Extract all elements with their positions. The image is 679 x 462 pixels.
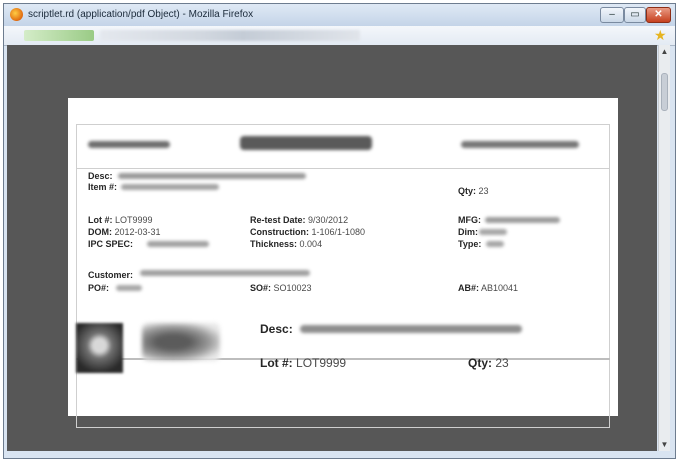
bottom-lot-label: Lot #:: [260, 356, 293, 370]
type-redacted: [486, 241, 504, 247]
so-label: SO#:: [250, 283, 272, 293]
dim-redacted: [479, 229, 507, 235]
chevron-down-icon[interactable]: ▼: [659, 440, 670, 449]
bottom-desc-redacted: [300, 325, 522, 333]
barcode-redacted-3: [461, 141, 579, 148]
ab-label: AB#:: [458, 283, 480, 293]
mfg-field: MFG:: [458, 215, 481, 225]
item-redacted: [121, 184, 219, 190]
desc-redacted: [118, 173, 306, 179]
url-text-redacted[interactable]: [100, 30, 360, 41]
bottom-desc-row: Desc:: [260, 322, 293, 336]
construction-field: Construction: 1-106/1-1080: [250, 227, 365, 237]
thickness-value: 0.004: [299, 239, 323, 249]
vertical-scrollbar[interactable]: ▲ ▼: [658, 45, 670, 451]
address-bar[interactable]: ★: [4, 26, 675, 46]
chevron-up-icon[interactable]: ▲: [659, 47, 670, 56]
type-label: Type:: [458, 239, 482, 249]
thickness-field: Thickness: 0.004: [250, 239, 322, 249]
bottom-desc-label: Desc:: [260, 322, 293, 336]
desc-label: Desc:: [88, 171, 113, 181]
lot-field: Lot #: LOT9999: [88, 215, 153, 225]
po-redacted: [116, 285, 142, 291]
bottom-lot-row: Lot #: LOT9999: [260, 356, 346, 370]
close-button[interactable]: ✕: [646, 7, 671, 23]
product-photo-2: [142, 323, 220, 361]
retest-label: Re-test Date:: [250, 215, 306, 225]
lot-value: LOT9999: [115, 215, 153, 225]
qty-row: Qty: 23: [458, 186, 489, 196]
item-label: Item #:: [88, 182, 118, 192]
minimize-button[interactable]: –: [600, 7, 624, 23]
retest-value: 9/30/2012: [308, 215, 349, 225]
dom-field: DOM: 2012-03-31: [88, 227, 161, 237]
site-identity-badge[interactable]: [24, 30, 94, 41]
window-title: scriptlet.rd (application/pdf Object) - …: [28, 9, 254, 20]
title-bar: scriptlet.rd (application/pdf Object) - …: [4, 4, 675, 26]
bottom-qty-row: Qty: 23: [468, 356, 509, 370]
mfg-redacted: [485, 217, 560, 223]
mfg-label: MFG:: [458, 215, 481, 225]
construction-value: 1-106/1-1080: [311, 227, 366, 237]
product-photo-1: [76, 323, 123, 373]
barcode-redacted-2: [240, 136, 372, 150]
thickness-label: Thickness:: [250, 239, 298, 249]
bottom-lot-value: LOT9999: [296, 356, 347, 370]
star-icon[interactable]: ★: [654, 27, 667, 44]
firefox-icon: [10, 8, 23, 21]
qty-label: Qty:: [458, 186, 476, 196]
dom-value: 2012-03-31: [114, 227, 161, 237]
item-row: Item #:: [88, 182, 117, 192]
bottom-label: [76, 360, 610, 428]
qty-value: 23: [478, 186, 489, 196]
dim-field: Dim:: [458, 227, 478, 237]
ab-field: AB#: AB10041: [458, 283, 518, 293]
ipc-field: IPC SPEC:: [88, 239, 133, 249]
scroll-thumb[interactable]: [661, 73, 668, 111]
so-field: SO#: SO10023: [250, 283, 312, 293]
bottom-qty-value: 23: [495, 356, 509, 370]
lot-label: Lot #:: [88, 215, 113, 225]
customer-field: Customer:: [88, 270, 133, 280]
barcode-redacted-1: [88, 141, 170, 148]
retest-field: Re-test Date: 9/30/2012: [250, 215, 348, 225]
ipc-redacted: [147, 241, 209, 247]
ab-value: AB10041: [481, 283, 519, 293]
customer-label: Customer:: [88, 270, 134, 280]
dom-label: DOM:: [88, 227, 112, 237]
po-label: PO#:: [88, 283, 110, 293]
desc-row: Desc:: [88, 171, 113, 181]
pdf-viewer-area: Desc: Item #: Qty: 23 Lot #: LOT9999 Re-…: [7, 45, 657, 451]
dim-label: Dim:: [458, 227, 478, 237]
ipc-label: IPC SPEC:: [88, 239, 134, 249]
maximize-button[interactable]: ▭: [624, 7, 646, 23]
po-field: PO#:: [88, 283, 109, 293]
customer-redacted: [140, 270, 310, 276]
type-field: Type:: [458, 239, 481, 249]
bottom-qty-label: Qty:: [468, 356, 492, 370]
construction-label: Construction:: [250, 227, 309, 237]
so-value: SO10023: [273, 283, 312, 293]
